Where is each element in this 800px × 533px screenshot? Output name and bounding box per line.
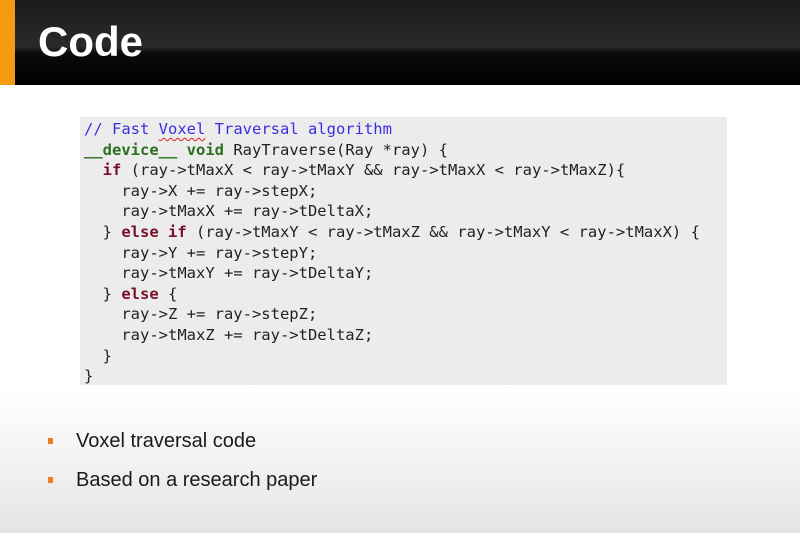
code-token: if [102, 161, 122, 180]
bullet-text: Based on a research paper [76, 469, 318, 491]
code-token: ray->tMaxZ += ray->tDeltaZ; [84, 325, 374, 344]
code-token: ray->tMaxY += ray->tDeltaY; [84, 264, 374, 283]
code-line: ray->tMaxY += ray->tDeltaY; [84, 263, 700, 284]
code-token: } [84, 222, 122, 241]
code-token: ray->Z += ray->stepZ; [84, 305, 318, 324]
code-line: } [84, 346, 700, 367]
code-line: __device__ void RayTraverse(Ray *ray) { [84, 140, 700, 161]
code-line: ray->tMaxX += ray->tDeltaX; [84, 201, 700, 222]
bullet-square-icon [48, 438, 53, 444]
code-token: Voxel [158, 120, 206, 138]
code-token: __device__ [84, 140, 178, 159]
code-token: Traversal algorithm [205, 120, 392, 138]
code-token: else if [121, 222, 187, 241]
code-line: ray->X += ray->stepX; [84, 181, 700, 202]
code-token: void [186, 140, 224, 159]
code-token: } [84, 346, 112, 365]
slide-title: Code [38, 18, 143, 65]
code-line: ray->Z += ray->stepZ; [84, 304, 700, 325]
code-token: { [158, 284, 178, 303]
code-line: } [84, 366, 700, 387]
bullet-square-icon [48, 477, 53, 483]
code-token: ray->X += ray->stepX; [84, 181, 318, 200]
code-line: ray->Y += ray->stepY; [84, 243, 700, 264]
code-token: ray->Y += ray->stepY; [84, 243, 318, 262]
code-token: (ray->tMaxY < ray->tMaxZ && ray->tMaxY <… [186, 222, 700, 241]
code-token: ray->tMaxX += ray->tDeltaX; [84, 202, 374, 221]
code-token: RayTraverse(Ray *ray) { [224, 140, 448, 159]
code-line: // Fast Voxel Traversal algorithm [84, 119, 700, 140]
code-token: } [84, 284, 122, 303]
code-block: // Fast Voxel Traversal algorithm __devic… [84, 119, 700, 387]
code-token: // Fast [84, 120, 159, 138]
code-token: (ray->tMaxX < ray->tMaxY && ray->tMaxX <… [121, 161, 626, 180]
code-token: } [84, 367, 94, 386]
bullet-text: Voxel traversal code [76, 430, 257, 452]
code-line: } else { [84, 284, 700, 305]
code-line: } else if (ray->tMaxY < ray->tMaxZ && ra… [84, 222, 700, 243]
code-token: else [121, 284, 159, 303]
code-line: ray->tMaxZ += ray->tDeltaZ; [84, 325, 700, 346]
code-line: if (ray->tMaxX < ray->tMaxY && ray->tMax… [84, 160, 700, 181]
title-accent-stripe [0, 0, 15, 85]
